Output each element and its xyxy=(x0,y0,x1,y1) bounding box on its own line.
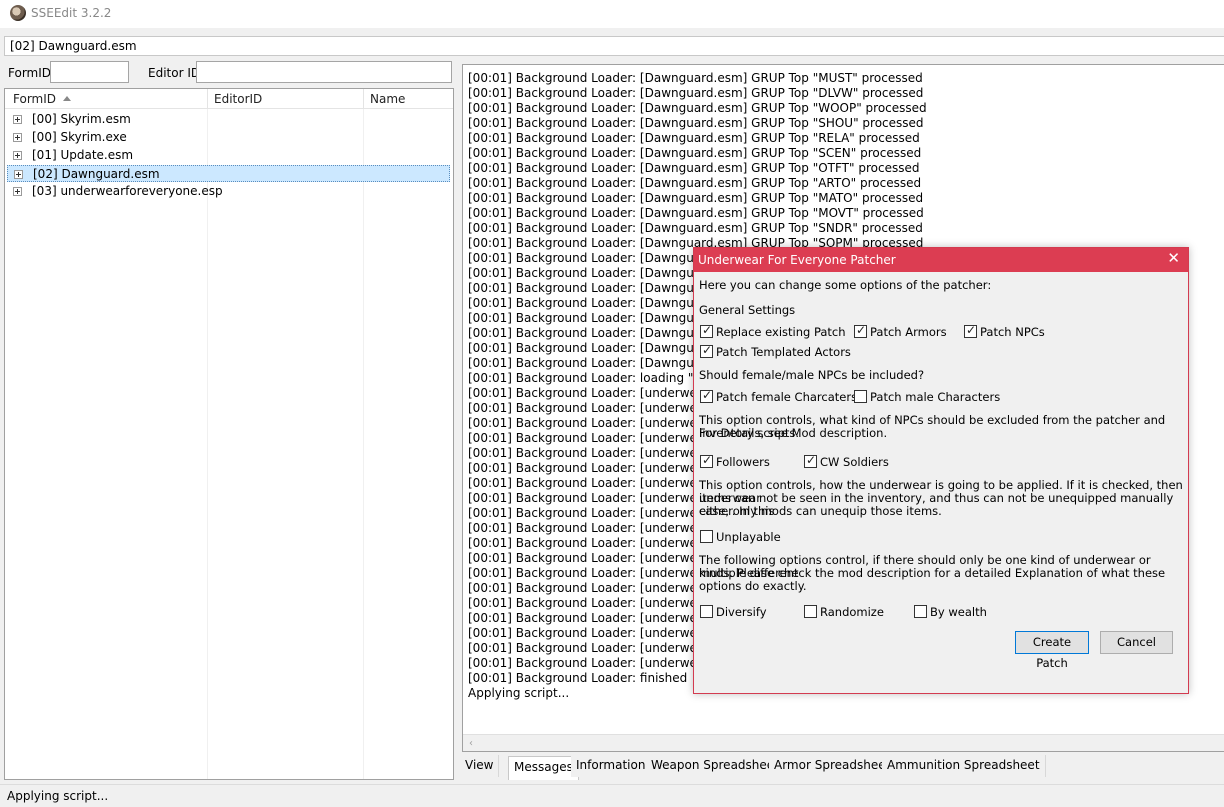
column-formid[interactable]: FormID xyxy=(13,92,56,106)
file-path-bar: [02] Dawnguard.esm xyxy=(4,36,1224,56)
message-line: [00:01] Background Loader: [Dawnguard.es… xyxy=(468,221,923,235)
message-line: [00:01] Background Loader: [Dawnguard.es… xyxy=(468,101,927,115)
tab-messages[interactable]: Messages xyxy=(508,756,579,780)
message-line: [00:01] Background Loader: [Dawnguard.es… xyxy=(468,116,924,130)
checkbox-box[interactable] xyxy=(804,453,817,468)
status-bar: Applying script... xyxy=(0,784,1224,807)
tree-row[interactable]: [00] Skyrim.esm xyxy=(7,111,450,128)
horizontal-scrollbar[interactable]: ‹ xyxy=(463,734,1224,751)
app-icon xyxy=(10,5,26,21)
close-icon[interactable]: ✕ xyxy=(1167,251,1180,266)
checkbox-box[interactable] xyxy=(854,323,867,338)
expand-icon[interactable] xyxy=(13,115,22,124)
formid-label: FormID xyxy=(8,66,52,80)
tree-row[interactable]: [02] Dawnguard.esm xyxy=(7,165,450,182)
tab-armor-spreadsheet[interactable]: Armor Spreadsheet xyxy=(769,755,897,777)
expand-icon[interactable] xyxy=(13,133,22,142)
window-title: SSEEdit 3.2.2 xyxy=(31,6,112,20)
scroll-left-icon[interactable]: ‹ xyxy=(469,738,473,749)
tree-row-label: [01] Update.esm xyxy=(32,148,134,162)
expand-icon[interactable] xyxy=(13,187,22,196)
tree-row-label: [02] Dawnguard.esm xyxy=(33,167,160,181)
checkbox-box[interactable] xyxy=(700,388,713,403)
tree-row-label: [00] Skyrim.esm xyxy=(32,112,131,126)
patcher-dialog: Underwear For Everyone Patcher ✕ Here yo… xyxy=(693,247,1189,694)
message-line: [00:01] Background Loader: [Dawnguard.es… xyxy=(468,146,922,160)
dialog-title: Underwear For Everyone Patcher xyxy=(698,253,896,267)
tree-row[interactable]: [01] Update.esm xyxy=(7,147,450,164)
tree-header: FormID EditorID Name xyxy=(5,89,453,109)
apply-text-3: case, only mods can unequip those items. xyxy=(699,504,942,518)
general-settings-heading: General Settings xyxy=(699,303,796,317)
checkbox-box[interactable] xyxy=(700,323,713,338)
checkbox-box[interactable] xyxy=(854,390,867,403)
tree-row[interactable]: [00] Skyrim.exe xyxy=(7,129,450,146)
column-editorid[interactable]: EditorID xyxy=(214,92,262,106)
tree-row[interactable]: [03] underwearforeveryone.esp xyxy=(7,183,450,200)
checkbox-box[interactable] xyxy=(700,453,713,468)
message-line: [00:01] Background Loader: [Dawnguard.es… xyxy=(468,71,923,85)
tab-view[interactable]: View xyxy=(460,755,500,777)
message-line: [00:01] Background Loader: [Dawnguard.es… xyxy=(468,191,924,205)
bottom-tabs: View Messages Information Weapon Spreadshee… xyxy=(460,755,1224,780)
column-name[interactable]: Name xyxy=(370,92,405,106)
expand-icon[interactable] xyxy=(14,170,23,179)
checkbox-box[interactable] xyxy=(700,605,713,618)
tab-information[interactable]: Information xyxy=(571,755,652,777)
tree-row-label: [03] underwearforeveryone.esp xyxy=(32,184,223,198)
intro-text: Here you can change some options of the … xyxy=(699,278,992,292)
message-line: [00:01] Background Loader: [Dawnguard.es… xyxy=(468,131,920,145)
message-line: [00:01] Background Loader: [Dawnguard.es… xyxy=(468,161,920,175)
editorid-label: Editor ID xyxy=(148,66,201,80)
formid-input[interactable] xyxy=(50,61,129,83)
sort-ascending-icon xyxy=(63,96,71,101)
editorid-input[interactable] xyxy=(196,61,452,83)
checkbox-box[interactable] xyxy=(700,343,713,358)
message-line: [00:01] Background Loader: [Dawnguard.es… xyxy=(468,176,922,190)
create-patch-button[interactable]: Create Patch xyxy=(1015,631,1089,670)
message-line: [00:01] Background Loader: [Dawnguard.es… xyxy=(468,86,924,100)
tree-row-label: [00] Skyrim.exe xyxy=(32,130,127,144)
tab-ammunition-spreadsheet[interactable]: Ammunition Spreadsheet xyxy=(882,755,1046,777)
search-row: FormID Editor ID xyxy=(4,60,454,86)
gender-question: Should female/male NPCs be included? xyxy=(699,368,925,382)
checkbox-box[interactable] xyxy=(914,605,927,618)
title-bar: SSEEdit 3.2.2 xyxy=(0,0,1224,28)
kinds-text-2: kinds. Please check the mod description … xyxy=(699,566,1166,593)
exclude-text-2: For Details, see Mod description. xyxy=(699,426,888,440)
message-line: [00:01] Background Loader: [Dawnguard.es… xyxy=(468,206,924,220)
expand-icon[interactable] xyxy=(13,151,22,160)
dialog-title-bar: Underwear For Everyone Patcher ✕ xyxy=(694,248,1188,272)
checkbox-box[interactable] xyxy=(804,605,817,618)
tab-weapon-spreadsheet[interactable]: Weapon Spreadsheet xyxy=(646,755,785,777)
checkbox-box[interactable] xyxy=(964,323,977,338)
cancel-button[interactable]: Cancel xyxy=(1100,631,1173,654)
checkbox-box[interactable] xyxy=(700,530,713,543)
plugin-tree[interactable]: FormID EditorID Name [00] Skyrim.esm [00]… xyxy=(4,88,454,780)
